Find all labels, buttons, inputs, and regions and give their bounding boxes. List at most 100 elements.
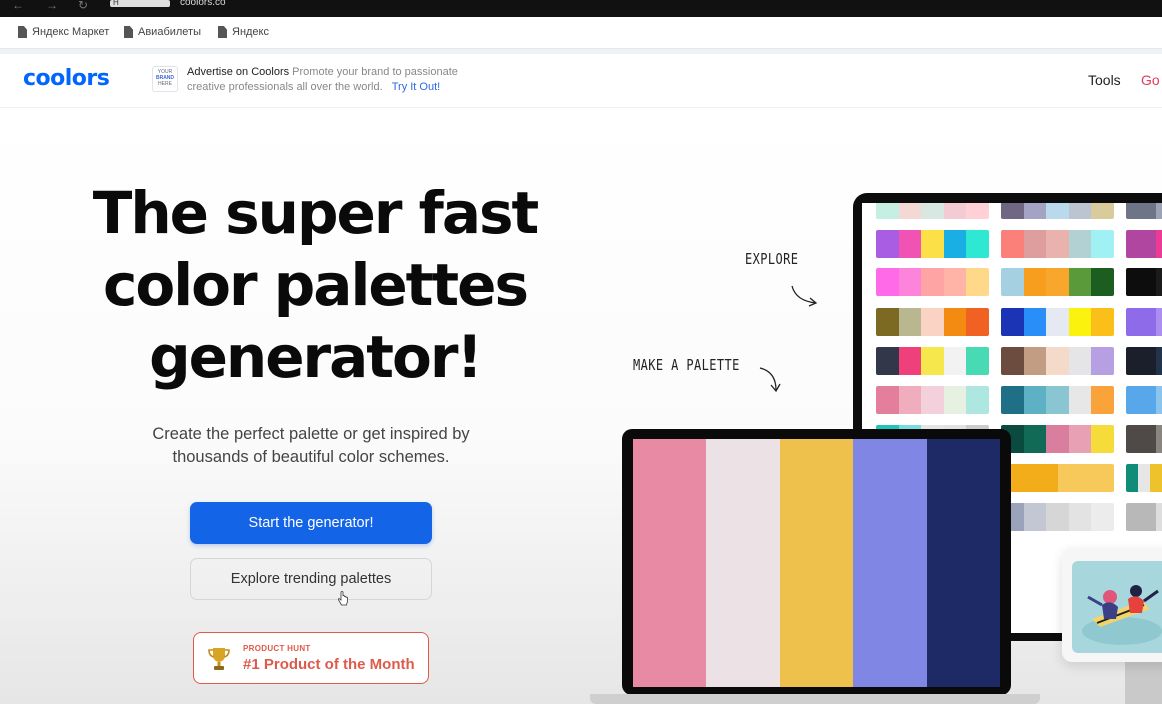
palette-swatch-row [1126,464,1162,492]
color-swatch [1023,425,1047,453]
palette-stripe [926,439,1001,687]
palette-swatch-row [1126,347,1162,375]
page-icon [218,26,227,38]
nav-tools[interactable]: Tools [1088,72,1121,88]
color-swatch [1046,203,1069,219]
browser-tab-label: Н [113,0,119,7]
color-swatch [1091,425,1114,453]
color-swatch [943,308,967,336]
ad-text-line1: Advertise on Coolors Promote your brand … [187,66,458,78]
palette-swatch-row [876,347,989,375]
color-swatch [1023,230,1047,258]
color-swatch [1046,503,1069,531]
hero-subtitle-line: thousands of beautiful color schemes. [172,448,450,466]
bookmark-label: Яндекс Маркет [32,26,110,38]
color-swatch [1126,268,1156,296]
start-generator-button[interactable]: Start the generator! [190,502,432,544]
bookmark-label: Авиабилеты [138,26,202,38]
color-swatch [1046,347,1069,375]
color-swatch [1126,203,1156,219]
illustration-card-image [1072,561,1162,653]
color-swatch [943,230,967,258]
bookmark-yandex[interactable]: Яндекс [218,26,269,38]
color-swatch [966,268,989,296]
color-swatch [1091,503,1114,531]
hero-title-line: The super fast [92,179,539,247]
color-swatch [1091,386,1114,414]
palette-swatch-row [1126,203,1162,219]
color-swatch [1156,230,1162,258]
palette-stripe [853,439,927,687]
color-swatch [1068,386,1092,414]
ad-brand-badge[interactable]: YOUR BRAND HERE [152,66,178,92]
hero-title-line: color palettes [103,251,529,319]
palette-swatch-row [1001,268,1114,296]
color-swatch [1023,347,1047,375]
explore-label: EXPLORE [745,250,799,268]
color-swatch [1156,268,1162,296]
color-swatch [966,347,989,375]
hero-subtitle: Create the perfect palette or get inspir… [110,423,512,469]
product-hunt-badge[interactable]: PRODUCT HUNT #1 Product of the Month [193,632,429,684]
color-swatch [943,386,967,414]
color-swatch [1126,308,1156,336]
reload-icon[interactable]: ↻ [78,0,88,12]
ad-title[interactable]: Advertise on Coolors [187,66,289,78]
people-illustration-icon [1082,585,1162,645]
palette-swatch-row [1126,425,1162,453]
hand-cursor-icon [337,591,348,606]
color-swatch [943,268,967,296]
palette-swatch-row [1001,503,1114,531]
bookmark-yandex-market[interactable]: Яндекс Маркет [18,26,109,38]
ad-cta-link[interactable]: Try It Out! [392,81,441,93]
color-swatch [1126,386,1156,414]
color-swatch [898,230,922,258]
color-swatch [1023,503,1047,531]
color-swatch [898,308,922,336]
ad-badge-line: HERE [158,81,172,87]
color-swatch [1091,203,1114,219]
ad-text: creative professionals all over the worl… [187,81,383,93]
product-hunt-title: #1 Product of the Month [243,656,415,673]
coolors-logo[interactable]: coolors [23,66,110,91]
palette-swatch-row [876,203,989,219]
color-swatch [1068,425,1092,453]
bookmark-label: Яндекс [232,26,269,38]
color-swatch [1126,464,1138,492]
palette-swatch-row [1126,308,1162,336]
forward-icon[interactable]: → [46,0,58,12]
color-swatch [966,230,989,258]
color-swatch [1091,308,1114,336]
color-swatch [876,203,899,219]
color-swatch [876,308,899,336]
back-icon[interactable]: ← [12,0,24,12]
color-swatch [1068,347,1092,375]
palette-swatch-row [1126,503,1162,531]
palette-swatch-row [876,230,989,258]
hero-title-line: generator! [149,323,483,391]
browser-tab[interactable]: Н [110,0,170,7]
color-swatch [1138,464,1150,492]
make-a-palette-label: MAKE A PALETTE [633,356,740,374]
color-swatch [966,386,989,414]
site-header: coolors YOUR BRAND HERE Advertise on Coo… [0,54,1162,108]
color-swatch [876,230,899,258]
browser-top-bar: ← → ↻ Н coolors.co [0,0,1162,17]
address-bar[interactable]: coolors.co [180,0,226,8]
palette-stripe [779,439,854,687]
palette-swatch-row [1126,230,1162,258]
laptop-palette [633,439,1001,687]
nav-go[interactable]: Go [1141,72,1160,88]
color-swatch [943,203,967,219]
explore-trending-button[interactable]: Explore trending palettes [190,558,432,600]
palette-swatch-row [876,308,989,336]
color-swatch [1046,425,1069,453]
color-swatch [921,386,944,414]
palette-swatch-row [1001,425,1114,453]
bookmark-aviabilety[interactable]: Авиабилеты [124,26,201,38]
color-swatch [898,203,922,219]
palette-swatch-row [1126,268,1162,296]
color-swatch [1001,268,1024,296]
color-swatch [1156,425,1162,453]
color-swatch [1057,464,1114,492]
